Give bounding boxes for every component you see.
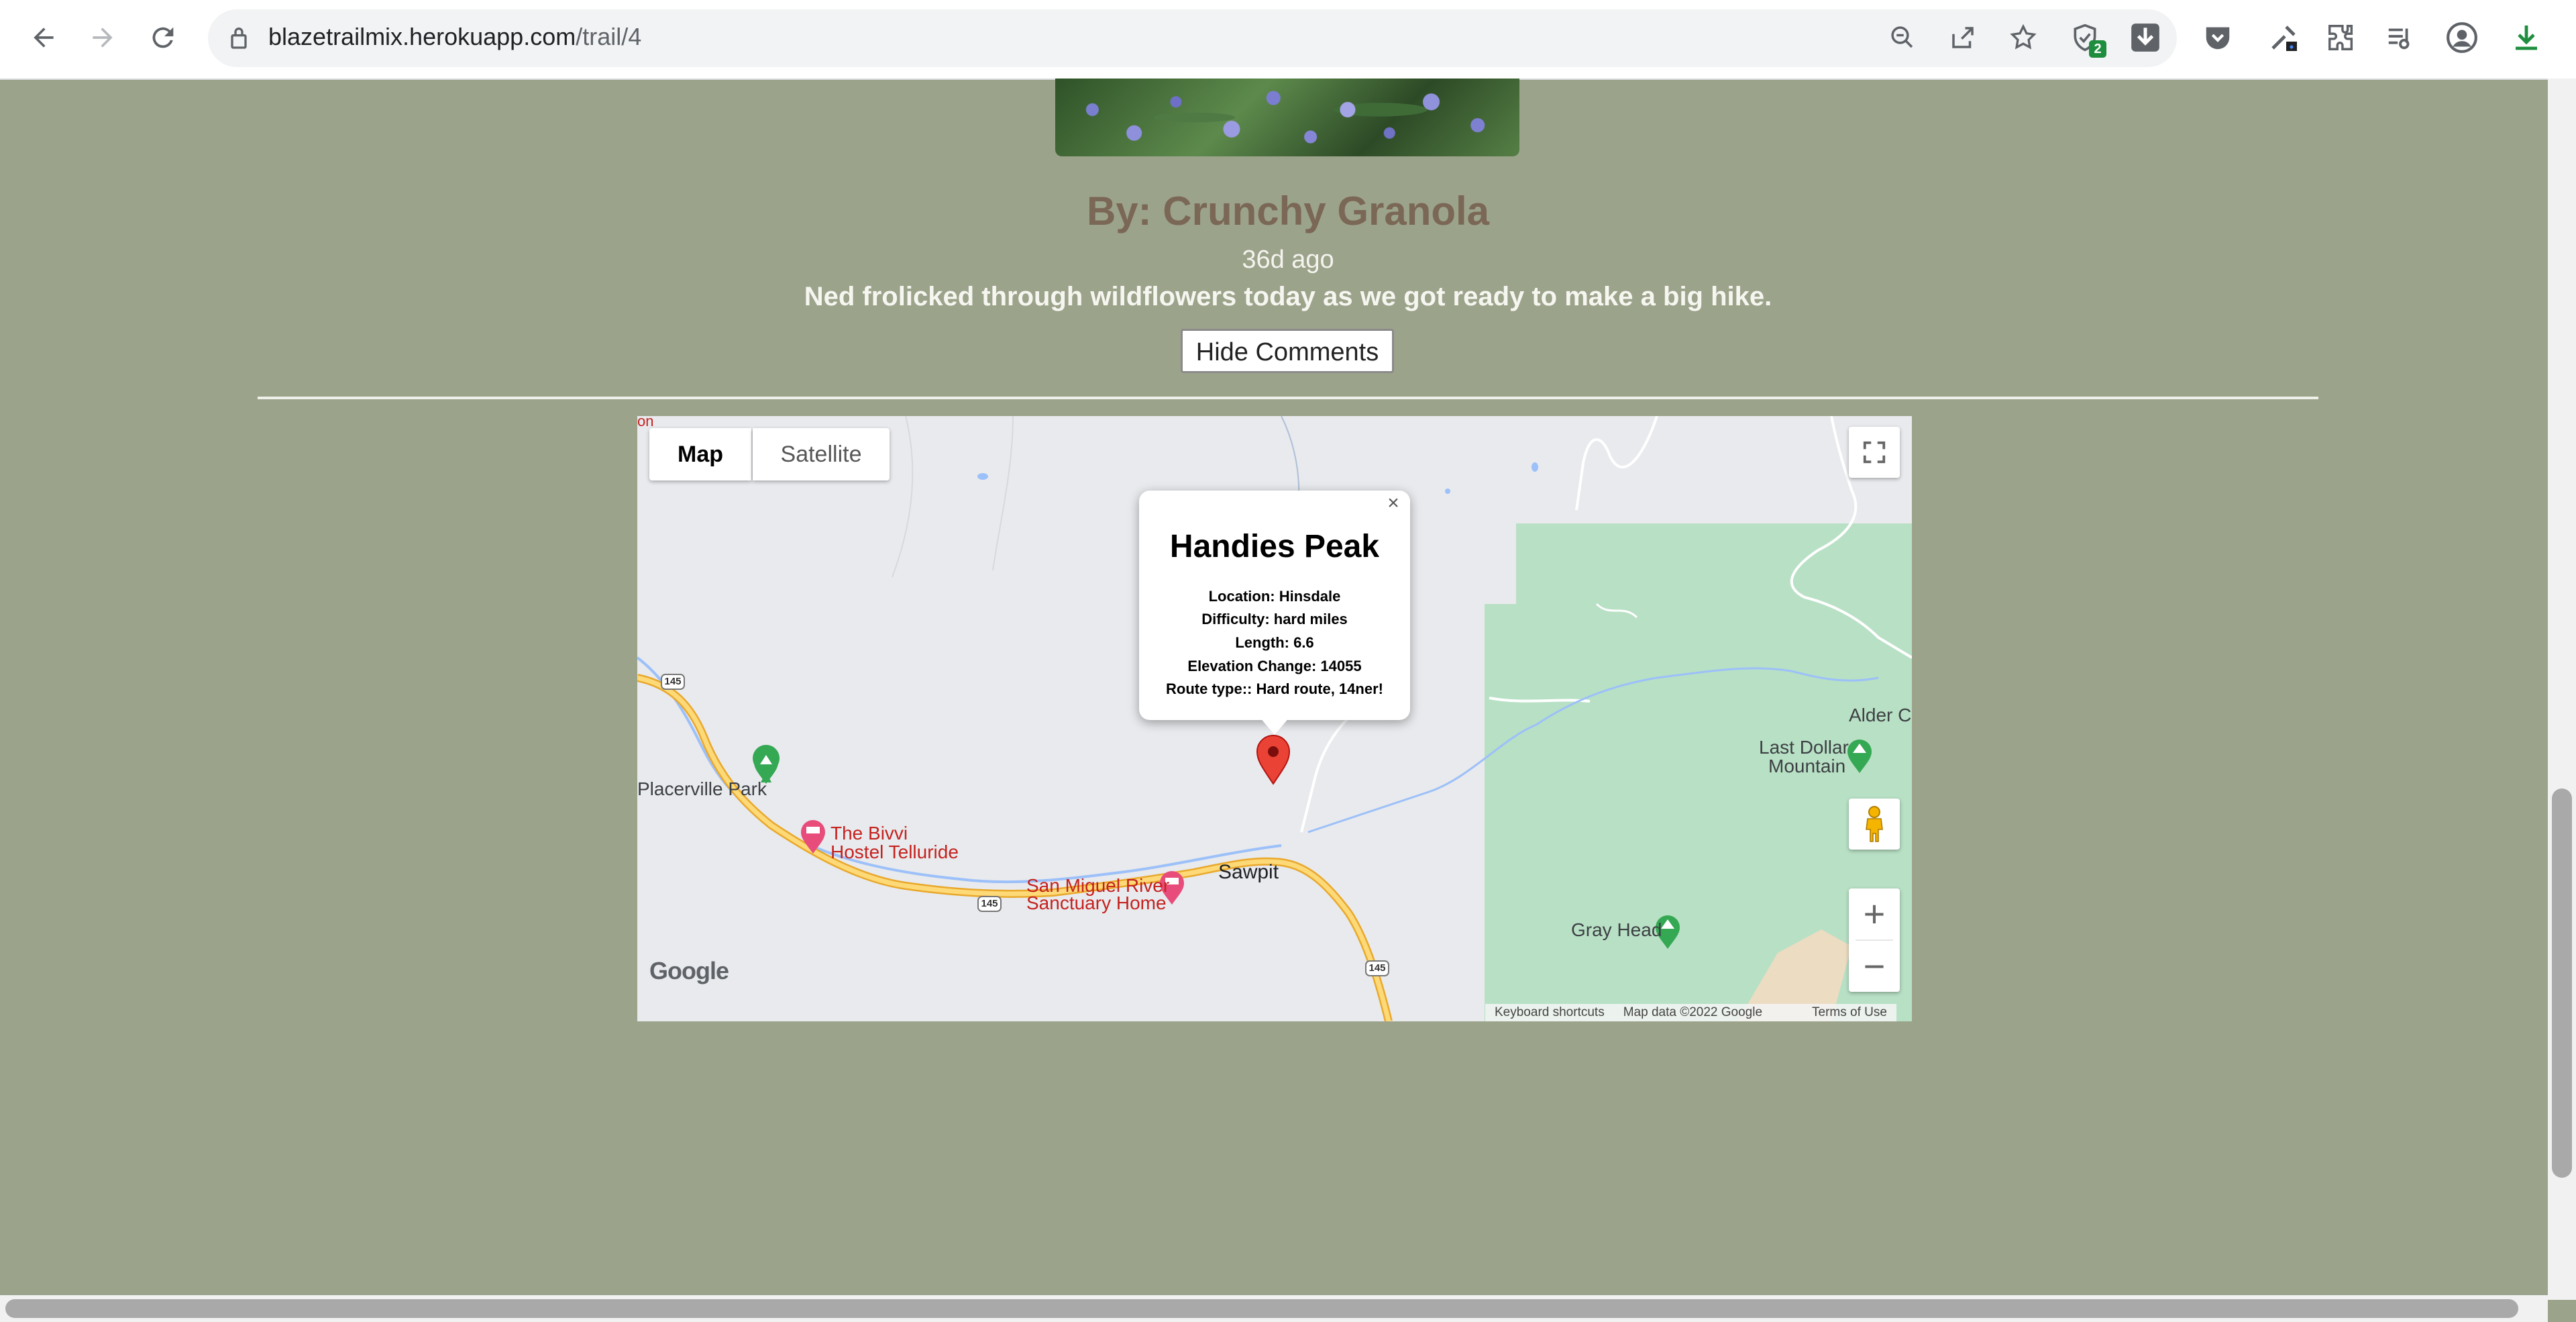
zoom-in-button[interactable]: +	[1849, 888, 1900, 939]
map-type-satellite-button[interactable]: Satellite	[753, 428, 890, 480]
info-difficulty: Difficulty: hard miles	[1201, 611, 1348, 627]
shield-extension-icon[interactable]: 2	[2059, 12, 2110, 63]
place-sawpit[interactable]: Sawpit	[1218, 862, 1279, 882]
section-divider	[258, 397, 2318, 399]
google-logo[interactable]: Google	[649, 957, 729, 985]
profile-avatar-icon[interactable]	[2436, 12, 2487, 63]
wildflower-photo	[1055, 79, 1519, 156]
post-caption: Ned frolicked through wildflowers today …	[804, 282, 1772, 311]
bookmark-star-icon[interactable]	[1998, 12, 2049, 63]
info-window-close-button[interactable]: ×	[1382, 492, 1405, 515]
place-last-dollar-line1[interactable]: Last Dollar	[1759, 738, 1849, 757]
fullscreen-icon	[1863, 441, 1886, 464]
place-gray-head[interactable]: Gray Head	[1571, 921, 1662, 939]
url-text: blazetrailmix.herokuapp.com/trail/4	[268, 23, 642, 50]
hide-comments-button[interactable]: Hide Comments	[1181, 329, 1394, 373]
post-author: By: Crunchy Granola	[1086, 189, 1490, 234]
terms-of-use-link[interactable]: Terms of Use	[1803, 1005, 1896, 1020]
share-icon[interactable]	[1937, 12, 1988, 63]
place-placerville-park[interactable]: Placerville Park	[637, 780, 767, 799]
forward-arrow-icon	[93, 28, 113, 48]
street-view-pegman-button[interactable]	[1849, 799, 1900, 850]
reload-icon	[152, 27, 174, 48]
downloads-icon[interactable]	[2501, 12, 2552, 63]
forward-button[interactable]	[76, 11, 129, 64]
route-shield-label: 145	[981, 898, 998, 909]
info-location: Location: Hinsdale	[1208, 588, 1341, 605]
zoom-out-icon[interactable]	[1877, 12, 1928, 63]
map-type-map-button[interactable]: Map	[649, 428, 751, 480]
info-route-type: Route type:: Hard route, 14ner!	[1166, 680, 1383, 697]
info-window-pointer	[1260, 717, 1289, 735]
info-elevation: Elevation Change: 14055	[1187, 658, 1362, 674]
back-button[interactable]	[17, 11, 70, 64]
browser-toolbar: blazetrailmix.herokuapp.com/trail/4 2	[0, 0, 2576, 80]
download-arrow-icon[interactable]	[2120, 12, 2171, 63]
trail-marker-pin-icon	[1256, 735, 1291, 785]
reload-button[interactable]	[136, 11, 190, 64]
place-bivvi-line2[interactable]: Hostel Telluride	[830, 843, 959, 862]
keyboard-shortcuts-link[interactable]: Keyboard shortcuts	[1485, 1005, 1614, 1020]
eyedropper-extension-icon[interactable]	[2258, 12, 2309, 63]
zoom-out-button[interactable]: −	[1849, 941, 1900, 992]
horizontal-scrollbar-thumb[interactable]	[5, 1299, 2518, 1318]
place-alder-creek[interactable]: Alder Cr	[1849, 706, 1912, 725]
map-data-credit: Map data ©2022 Google	[1623, 1005, 1763, 1019]
address-bar[interactable]: blazetrailmix.herokuapp.com/trail/4 2	[208, 9, 2177, 67]
trail-info-window: × Handies Peak Location: Hinsdale Diffic…	[1139, 491, 1410, 720]
pegman-icon	[1866, 806, 1883, 842]
media-playlist-icon[interactable]	[2375, 12, 2426, 63]
fullscreen-button[interactable]	[1849, 427, 1900, 478]
extension-badge: 2	[2089, 40, 2106, 58]
place-last-dollar-line2[interactable]: Mountain	[1768, 757, 1845, 776]
vertical-scrollbar-thumb[interactable]	[2552, 789, 2572, 1178]
zoom-control: + −	[1849, 888, 1900, 992]
info-window-title: Handies Peak	[1169, 529, 1380, 564]
info-length: Length: 6.6	[1235, 634, 1314, 651]
pocket-icon[interactable]	[2192, 12, 2243, 63]
place-bivvi-line1[interactable]: The Bivvi	[830, 824, 908, 843]
post-timestamp: 36d ago	[1242, 246, 1334, 274]
lock-icon	[231, 28, 247, 49]
route-shield-label: 145	[1368, 962, 1386, 974]
map-attribution-bar: Keyboard shortcuts Map data ©2022 Google…	[1485, 1004, 1896, 1021]
route-shield-label: 145	[664, 676, 682, 687]
puzzle-extensions-icon[interactable]	[2316, 12, 2367, 63]
place-san-miguel-line2[interactable]: Sanctuary Home	[1026, 894, 1167, 913]
back-arrow-icon	[34, 28, 54, 48]
